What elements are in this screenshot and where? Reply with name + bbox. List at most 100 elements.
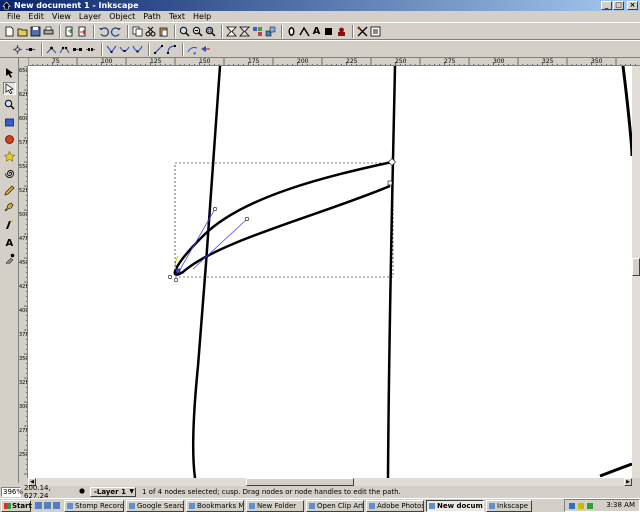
node-tool-icon[interactable]: [3, 82, 16, 95]
delete-segment-icon[interactable]: [85, 44, 96, 55]
menu-layer[interactable]: Layer: [75, 11, 105, 22]
copy-icon[interactable]: [132, 26, 143, 37]
tray-app-icon[interactable]: [587, 503, 593, 509]
horizontal-scrollbar[interactable]: ◀ ▶: [28, 478, 632, 486]
calligraphy-tool-icon[interactable]: [3, 218, 16, 231]
fill-stroke-icon[interactable]: [286, 26, 297, 37]
zoom-field[interactable]: 396%: [1, 487, 23, 497]
taskbar-item[interactable]: New Folder: [246, 499, 304, 512]
network-icon[interactable]: [569, 503, 575, 509]
dropper-tool-icon[interactable]: [3, 252, 16, 265]
node-handle-dot[interactable]: [212, 206, 218, 212]
save-icon[interactable]: [30, 26, 41, 37]
print-icon[interactable]: [43, 26, 54, 37]
cut-icon[interactable]: [145, 26, 156, 37]
ungroup-icon[interactable]: [265, 26, 276, 37]
rectangle-tool-icon[interactable]: [3, 116, 16, 129]
right-vertical-path[interactable]: [386, 66, 397, 478]
symmetric-node-icon[interactable]: [132, 44, 143, 55]
redo-icon[interactable]: [111, 26, 122, 37]
new-document-icon[interactable]: [4, 26, 15, 37]
node-handle-dot[interactable]: [167, 274, 173, 280]
browser-icon[interactable]: [44, 502, 51, 509]
preferences-icon[interactable]: [357, 26, 368, 37]
svg-text:A: A: [6, 238, 14, 247]
object-to-path-icon[interactable]: [187, 44, 198, 55]
group-icon[interactable]: [252, 26, 263, 37]
show-desktop-icon[interactable]: [35, 502, 42, 509]
star-tool-icon[interactable]: [3, 150, 16, 163]
vertical-scrollbar-thumb[interactable]: [632, 258, 640, 276]
menu-edit[interactable]: Edit: [24, 11, 48, 22]
menu-text[interactable]: Text: [165, 11, 189, 22]
path-node-selected[interactable]: [175, 268, 181, 274]
menu-path[interactable]: Path: [139, 11, 165, 22]
taskbar-item[interactable]: Google Search: p...: [126, 499, 184, 512]
taskbar-item[interactable]: Inkscape: [486, 499, 532, 512]
selector-tool-icon[interactable]: [3, 66, 16, 79]
stroke-style-icon[interactable]: [299, 26, 310, 37]
xml-editor-icon[interactable]: [336, 26, 347, 37]
title-bar[interactable]: New document 1 - Inkscape _ □ ×: [0, 0, 640, 11]
export-icon[interactable]: [77, 26, 88, 37]
menu-help[interactable]: Help: [189, 11, 215, 22]
drawing-canvas[interactable]: [28, 66, 632, 478]
volume-icon[interactable]: [578, 503, 584, 509]
zoom-page-icon[interactable]: [205, 26, 216, 37]
segment-line-icon[interactable]: [153, 44, 164, 55]
menu-file[interactable]: File: [3, 11, 24, 22]
node-handle-dot[interactable]: [244, 216, 250, 222]
text-tool-icon[interactable]: A: [3, 235, 16, 248]
vertical-scrollbar[interactable]: [632, 66, 640, 478]
ellipse-tool-icon[interactable]: [3, 133, 16, 146]
join-segment-icon[interactable]: [72, 44, 83, 55]
document-properties-icon[interactable]: [370, 26, 381, 37]
delete-node-icon[interactable]: [25, 44, 36, 55]
start-button[interactable]: Start: [1, 499, 32, 512]
duplicate-icon[interactable]: [226, 26, 237, 37]
node-handle-dot[interactable]: [173, 277, 179, 283]
close-button[interactable]: ×: [627, 1, 638, 10]
minimize-button[interactable]: _: [601, 1, 612, 10]
taskbar-item[interactable]: Bookmarks Manager: [186, 499, 244, 512]
stroke-to-path-icon[interactable]: [200, 44, 211, 55]
taskbar-item[interactable]: Adobe Photoshop: [366, 499, 424, 512]
explorer-icon[interactable]: [53, 502, 60, 509]
taskbar-item[interactable]: Stomp RecordNo...: [64, 499, 124, 512]
smooth-node-icon[interactable]: [119, 44, 130, 55]
right-edge-path[interactable]: [621, 66, 632, 157]
break-path-icon[interactable]: [59, 44, 70, 55]
menu-object[interactable]: Object: [105, 11, 139, 22]
spiral-tool-icon[interactable]: [3, 167, 16, 180]
taskbar-item[interactable]: Open Clip Art Libr...: [306, 499, 364, 512]
pen-tool-icon[interactable]: [3, 201, 16, 214]
pencil-tool-icon[interactable]: [3, 184, 16, 197]
bottom-right-path[interactable]: [599, 462, 632, 478]
zoom-tool-icon[interactable]: [3, 98, 16, 111]
layer-selector[interactable]: -Layer 1 ▼: [90, 487, 136, 497]
window-title: New document 1 - Inkscape: [14, 1, 139, 10]
maximize-button[interactable]: □: [613, 1, 624, 10]
segment-curve-icon[interactable]: [166, 44, 177, 55]
taskbar-item-active[interactable]: New document ...: [426, 499, 484, 512]
menu-view[interactable]: View: [48, 11, 75, 22]
cusp-node-icon[interactable]: [106, 44, 117, 55]
import-icon[interactable]: [64, 26, 75, 37]
open-icon[interactable]: [17, 26, 28, 37]
join-nodes-icon[interactable]: [46, 44, 57, 55]
path-node[interactable]: [388, 158, 396, 166]
undo-icon[interactable]: [98, 26, 109, 37]
align-distribute-icon[interactable]: [323, 26, 334, 37]
paste-icon[interactable]: [158, 26, 169, 37]
zoom-selection-icon[interactable]: [179, 26, 190, 37]
insert-node-icon[interactable]: [12, 44, 23, 55]
left-vertical-path[interactable]: [192, 66, 222, 478]
path-node[interactable]: [387, 180, 393, 186]
clone-icon[interactable]: [239, 26, 250, 37]
zoom-drawing-icon[interactable]: [192, 26, 203, 37]
app-icon: [67, 502, 73, 509]
text-font-icon[interactable]: A: [312, 26, 321, 37]
scroll-right-icon[interactable]: ▶: [624, 478, 632, 486]
horizontal-scrollbar-thumb[interactable]: [246, 478, 354, 486]
layer-visibility-icon[interactable]: [78, 487, 86, 497]
